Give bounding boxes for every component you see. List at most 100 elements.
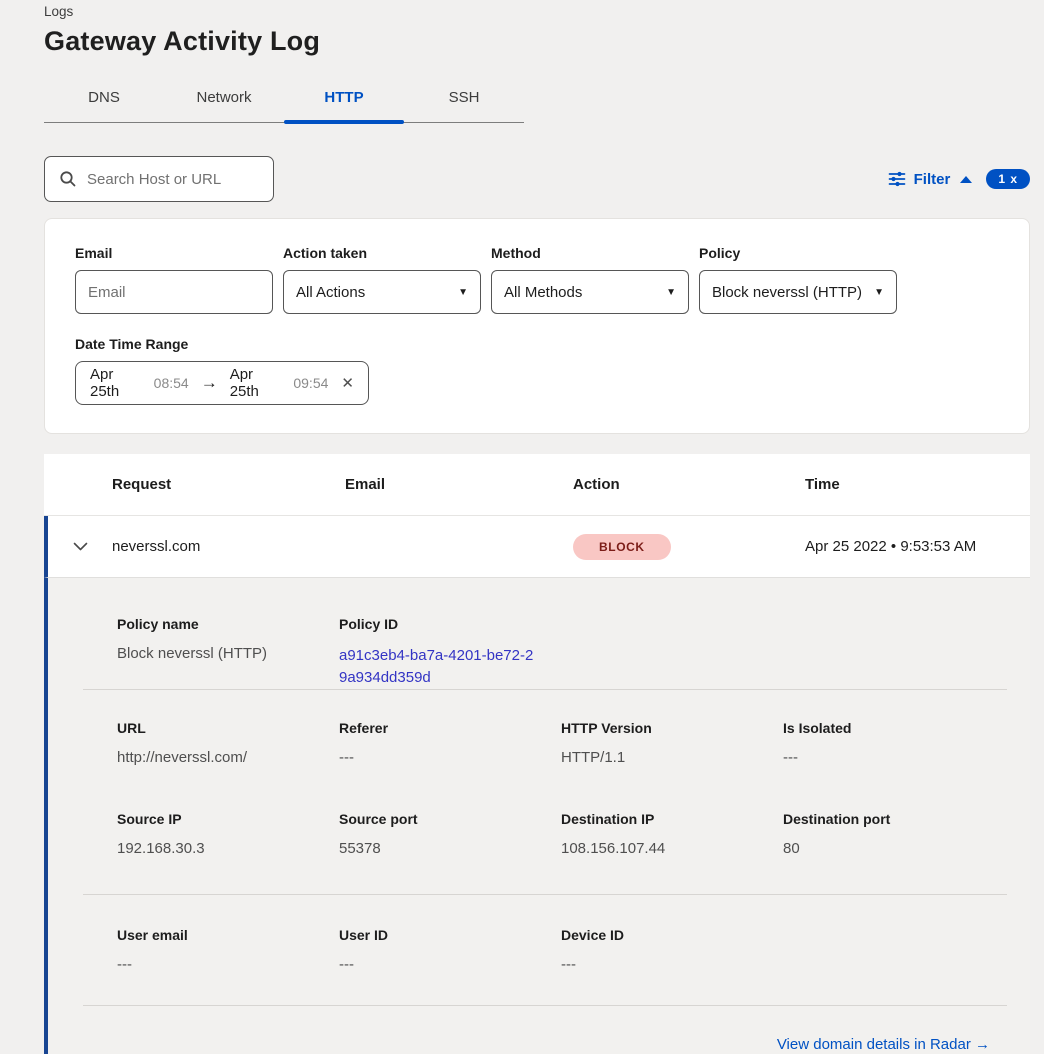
clear-date-range-icon[interactable]: ✕ [341,374,354,392]
source-ip-group: Source IP 192.168.30.3 [117,811,339,857]
filter-sliders-icon [888,170,906,188]
source-port-value: 55378 [339,840,561,857]
destination-port-value: 80 [783,840,1007,857]
filter-panel: Email Action taken All Actions ▼ Method … [44,218,1030,434]
tab-ssh[interactable]: SSH [404,79,524,122]
filter-label[interactable]: Filter [914,171,951,188]
row-request[interactable]: neverssl.com [112,538,345,555]
url-value: http://neverssl.com/ [117,749,339,766]
ip-detail-row: Source IP 192.168.30.3 Source port 55378… [117,811,1007,857]
row-action: BLOCK [573,534,805,560]
date-time-range-field[interactable]: Apr 25th 08:54 → Apr 25th 09:54 ✕ [75,361,369,405]
filter-toggle[interactable]: Filter 1 x [888,169,1030,189]
end-date[interactable]: Apr 25th [230,366,285,400]
email-filter-field[interactable] [75,270,273,314]
block-status-badge: BLOCK [573,534,671,560]
destination-ip-label: Destination IP [561,811,783,827]
policy-id-link[interactable]: a91c3eb4-ba7a-4201-be72-29a934dd359d [339,645,535,689]
chevron-down-icon: ▼ [666,287,676,298]
search-box[interactable] [44,156,274,202]
search-icon [59,170,77,188]
user-id-value: --- [339,956,561,973]
range-arrow-icon: → [201,373,218,393]
search-input[interactable] [87,171,261,188]
row-details-panel: Policy name Block neverssl (HTTP) Policy… [44,577,1030,1054]
gateway-activity-log-page: Logs Gateway Activity Log DNS Network HT… [0,4,1044,1054]
view-in-radar-link[interactable]: View domain details in Radar → [777,1036,990,1053]
referer-value: --- [339,749,561,766]
activity-log-table: Request Email Action Time neverssl.com B… [44,454,1030,1054]
page-header: Logs Gateway Activity Log [44,4,1044,57]
col-header-email: Email [345,476,573,493]
policy-id-label: Policy ID [339,616,1007,632]
user-section: User email --- User ID --- Device ID --- [117,895,1007,1005]
method-select[interactable]: All Methods ▼ [491,270,689,314]
is-isolated-value: --- [783,749,1007,766]
http-version-label: HTTP Version [561,720,783,736]
user-row-spacer [783,927,1007,973]
method-value: All Methods [504,284,582,301]
page-title: Gateway Activity Log [44,26,1044,57]
col-header-time: Time [805,476,1030,493]
tab-dns[interactable]: DNS [44,79,164,122]
destination-port-label: Destination port [783,811,1007,827]
policy-name-group: Policy name Block neverssl (HTTP) [117,616,339,689]
chevron-down-icon [73,542,88,551]
source-port-group: Source port 55378 [339,811,561,857]
url-label: URL [117,720,339,736]
radar-link-row: View domain details in Radar → [48,1006,1007,1054]
log-type-tabs: DNS Network HTTP SSH [44,79,524,123]
col-header-action: Action [573,476,805,493]
policy-id-group: Policy ID a91c3eb4-ba7a-4201-be72-29a934… [339,616,1007,689]
table-header-row: Request Email Action Time [44,454,1030,516]
date-time-range-label: Date Time Range [75,336,999,352]
action-taken-value: All Actions [296,284,365,301]
email-filter-label: Email [75,245,273,261]
filter-email-group: Email [75,245,273,314]
user-id-group: User ID --- [339,927,561,973]
policy-name-value: Block neverssl (HTTP) [117,645,339,662]
device-id-label: Device ID [561,927,783,943]
policy-name-label: Policy name [117,616,339,632]
table-row[interactable]: neverssl.com BLOCK Apr 25 2022 • 9:53:53… [44,516,1030,577]
destination-ip-value: 108.156.107.44 [561,840,783,857]
connection-section: URL http://neverssl.com/ Referer --- HTT… [117,690,1007,857]
user-id-label: User ID [339,927,561,943]
end-time[interactable]: 09:54 [293,375,328,391]
toolbar: Filter 1 x [44,156,1030,202]
referer-label: Referer [339,720,561,736]
start-time[interactable]: 08:54 [154,375,189,391]
action-taken-label: Action taken [283,245,481,261]
row-expand-toggle[interactable] [73,542,112,551]
device-id-value: --- [561,956,783,973]
policy-label: Policy [699,245,897,261]
user-email-value: --- [117,956,339,973]
chevron-down-icon: ▼ [874,287,884,298]
filter-policy-group: Policy Block neverssl (HTTP) ▼ [699,245,897,314]
url-group: URL http://neverssl.com/ [117,720,339,766]
referer-group: Referer --- [339,720,561,766]
user-email-group: User email --- [117,927,339,973]
user-detail-row: User email --- User ID --- Device ID --- [117,927,1007,973]
tab-network[interactable]: Network [164,79,284,122]
action-taken-select[interactable]: All Actions ▼ [283,270,481,314]
tab-http[interactable]: HTTP [284,79,404,122]
filter-action-group: Action taken All Actions ▼ [283,245,481,314]
breadcrumb[interactable]: Logs [44,4,1044,19]
caret-up-icon [960,176,972,183]
policy-select[interactable]: Block neverssl (HTTP) ▼ [699,270,897,314]
url-detail-row: URL http://neverssl.com/ Referer --- HTT… [117,720,1007,766]
row-time: Apr 25 2022 • 9:53:53 AM [805,538,1030,555]
source-port-label: Source port [339,811,561,827]
email-filter-input[interactable] [88,284,260,301]
destination-port-group: Destination port 80 [783,811,1007,857]
device-id-group: Device ID --- [561,927,783,973]
filter-count-badge[interactable]: 1 x [986,169,1030,189]
col-header-request: Request [112,476,345,493]
method-label: Method [491,245,689,261]
is-isolated-group: Is Isolated --- [783,720,1007,766]
filter-fields-row: Email Action taken All Actions ▼ Method … [75,245,999,314]
start-date[interactable]: Apr 25th [90,366,145,400]
source-ip-label: Source IP [117,811,339,827]
filter-method-group: Method All Methods ▼ [491,245,689,314]
